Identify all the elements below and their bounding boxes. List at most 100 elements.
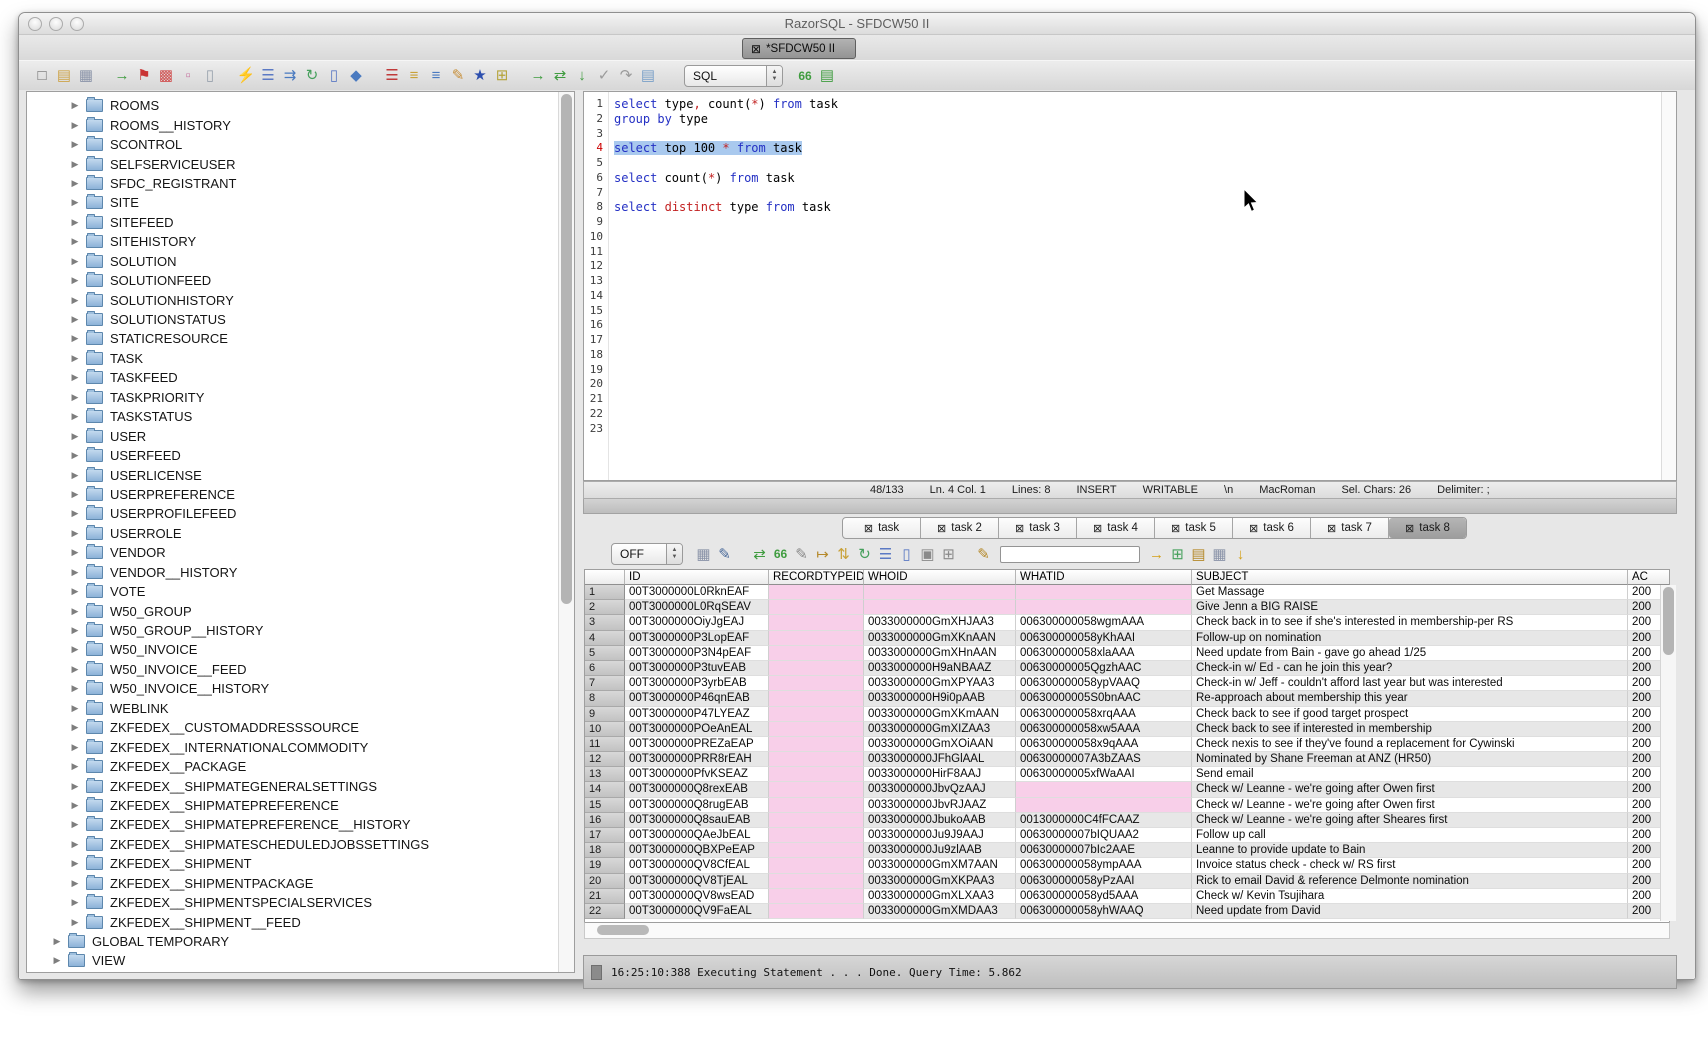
cell-id[interactable]: 00T3000000P46qnEAB: [625, 691, 769, 706]
results-tab-task-7[interactable]: ⊠task 7: [1311, 518, 1389, 538]
cell-whatid[interactable]: 006300000058wgmAAA: [1016, 615, 1192, 630]
cell-subject[interactable]: Need update from David: [1192, 904, 1628, 919]
cell-recordtypeid[interactable]: [769, 813, 864, 828]
cell-whatid[interactable]: 006300000058xw5AAA: [1016, 722, 1192, 737]
cell-whatid[interactable]: 006300000058x9qAAA: [1016, 737, 1192, 752]
close-tab-icon[interactable]: ⊠: [751, 43, 761, 55]
cell-whoid[interactable]: 0033000000H9i0pAAB: [864, 691, 1016, 706]
table-row[interactable]: 2000T3000000QV8TjEAL0033000000GmXKPAA300…: [585, 874, 1669, 889]
tree-item-solutionstatus[interactable]: ▶SOLUTIONSTATUS: [27, 310, 558, 329]
row-number-cell[interactable]: 9: [585, 707, 625, 722]
disclosure-triangle-icon[interactable]: ▶: [70, 606, 80, 617]
row-number-cell[interactable]: 22: [585, 904, 625, 919]
disclosure-triangle-icon[interactable]: ▶: [70, 392, 80, 403]
column-header-subject[interactable]: SUBJECT: [1192, 570, 1628, 585]
code-line[interactable]: [614, 363, 1660, 378]
cell-whoid[interactable]: 0033000000JbvRJAAZ: [864, 798, 1016, 813]
cell-id[interactable]: 00T3000000Q8rugEAB: [625, 798, 769, 813]
tree-item-zkfedex-shipmentspecialservices[interactable]: ▶ZKFEDEX__SHIPMENTSPECIALSERVICES: [27, 893, 558, 912]
copy-table-icon[interactable]: ⊞: [938, 544, 959, 564]
tree-item-zkfedex-shipmentpackage[interactable]: ▶ZKFEDEX__SHIPMENTPACKAGE: [27, 874, 558, 893]
cell-subject[interactable]: Leanne to provide update to Bain: [1192, 843, 1628, 858]
table-row[interactable]: 1900T3000000QV8CfEAL0033000000GmXM7AAN00…: [585, 858, 1669, 873]
cell-whoid[interactable]: 0033000000GmXIZAA3: [864, 722, 1016, 737]
disclosure-triangle-icon[interactable]: ▶: [70, 839, 80, 850]
commit-check-icon[interactable]: ✓: [593, 66, 615, 86]
tree-item-staticresource[interactable]: ▶STATICRESOURCE: [27, 329, 558, 348]
code-line[interactable]: [614, 333, 1660, 348]
cell-whoid[interactable]: 0033000000GmXHnAAN: [864, 646, 1016, 661]
cell-whoid[interactable]: [864, 600, 1016, 615]
cell-whoid[interactable]: 0033000000GmXOiAAN: [864, 737, 1016, 752]
row-number-cell[interactable]: 18: [585, 843, 625, 858]
cell-recordtypeid[interactable]: [769, 843, 864, 858]
cell-id[interactable]: 00T3000000QV8wsEAD: [625, 889, 769, 904]
cell-subject[interactable]: Give Jenn a BIG RAISE: [1192, 600, 1628, 615]
sql-editor[interactable]: 1234567891011121314151617181920212223 se…: [583, 91, 1677, 481]
disclosure-triangle-icon[interactable]: ▶: [70, 120, 80, 131]
disclosure-triangle-icon[interactable]: ▶: [70, 644, 80, 655]
cell-whatid[interactable]: 00630000007A3bZAAS: [1016, 752, 1192, 767]
edit-cell-icon[interactable]: ✎: [791, 544, 812, 564]
tree-item-zkfedex-customaddresssource[interactable]: ▶ZKFEDEX__CUSTOMADDRESSSOURCE: [27, 718, 558, 737]
cell-whoid[interactable]: 0033000000JbukoAAB: [864, 813, 1016, 828]
disclosure-triangle-icon[interactable]: ▶: [70, 275, 80, 286]
editor-text[interactable]: select type, count(*) from taskgroup by …: [614, 97, 1660, 436]
close-tab-icon[interactable]: ⊠: [1171, 522, 1180, 535]
editor-scrollbar[interactable]: [1661, 92, 1676, 480]
row-number-cell[interactable]: 2: [585, 600, 625, 615]
disclosure-triangle-icon[interactable]: ▶: [70, 217, 80, 228]
align-lines-icon[interactable]: ≡: [425, 66, 447, 86]
preview-66-icon[interactable]: 66: [794, 66, 816, 86]
cell-id[interactable]: 00T3000000PRR8rEAH: [625, 752, 769, 767]
tree-item-zkfedex-shipmategeneralsettings[interactable]: ▶ZKFEDEX__SHIPMATEGENERALSETTINGS: [27, 776, 558, 795]
tree-item-zkfedex-shipmatescheduledjobssettings[interactable]: ▶ZKFEDEX__SHIPMATESCHEDULEDJOBSSETTINGS: [27, 835, 558, 854]
new-note-icon[interactable]: ▤: [1188, 544, 1209, 564]
cell-whatid[interactable]: 006300000058yKhAAI: [1016, 631, 1192, 646]
export-grid-icon[interactable]: ⊞: [1167, 544, 1188, 564]
cell-id[interactable]: 00T3000000QV9FaEAL: [625, 904, 769, 919]
code-line[interactable]: select count(*) from task: [614, 171, 1660, 186]
cell-whoid[interactable]: 0033000000GmXM7AAN: [864, 858, 1016, 873]
title-bar[interactable]: RazorSQL - SFDCW50 II: [19, 13, 1695, 35]
table-row[interactable]: 1300T3000000PfvKSEAZ0033000000HirF8AAJ00…: [585, 767, 1669, 782]
new-file-icon[interactable]: □: [31, 66, 53, 86]
disclosure-triangle-icon[interactable]: ▶: [70, 256, 80, 267]
code-line[interactable]: [614, 348, 1660, 363]
results-tab-task-6[interactable]: ⊠task 6: [1233, 518, 1311, 538]
tree-item-global temporary[interactable]: ▶GLOBAL TEMPORARY: [27, 932, 558, 951]
cell-whoid[interactable]: 0033000000Ju9J9AAJ: [864, 828, 1016, 843]
cell-whoid[interactable]: 0033000000GmXLXAA3: [864, 889, 1016, 904]
table-row[interactable]: 900T3000000P47LYEAZ0033000000GmXKmAAN006…: [585, 707, 1669, 722]
disclosure-triangle-icon[interactable]: ▶: [70, 547, 80, 558]
row-number-cell[interactable]: 20: [585, 874, 625, 889]
results-tab-task-4[interactable]: ⊠task 4: [1077, 518, 1155, 538]
code-line[interactable]: [614, 377, 1660, 392]
row-number-cell[interactable]: 1: [585, 585, 625, 600]
tree-item-userpreference[interactable]: ▶USERPREFERENCE: [27, 485, 558, 504]
save-results-icon[interactable]: ▦: [693, 544, 714, 564]
disconnect-flag-icon[interactable]: ⚑: [133, 66, 155, 86]
table-row[interactable]: 100T3000000L0RknEAFGet Massage200: [585, 585, 1669, 600]
disclosure-triangle-icon[interactable]: ▶: [70, 586, 80, 597]
execute-forward-icon[interactable]: →: [527, 66, 549, 86]
results-tab-task-2[interactable]: ⊠task 2: [921, 518, 999, 538]
cell-id[interactable]: 00T3000000QV8TjEAL: [625, 874, 769, 889]
row-number-cell[interactable]: 4: [585, 631, 625, 646]
disclosure-triangle-icon[interactable]: ▶: [70, 761, 80, 772]
code-line[interactable]: [614, 127, 1660, 142]
row-number-cell[interactable]: 8: [585, 691, 625, 706]
code-line[interactable]: select top 100 * from task: [614, 141, 1660, 156]
row-number-cell[interactable]: 21: [585, 889, 625, 904]
code-line[interactable]: [614, 274, 1660, 289]
code-line[interactable]: [614, 392, 1660, 407]
cell-subject[interactable]: Re-approach about membership this year: [1192, 691, 1628, 706]
row-number-cell[interactable]: 14: [585, 782, 625, 797]
cell-whoid[interactable]: 0033000000Ju9zlAAB: [864, 843, 1016, 858]
row-number-cell[interactable]: 6: [585, 661, 625, 676]
code-line[interactable]: [614, 259, 1660, 274]
code-line[interactable]: [614, 318, 1660, 333]
cell-id[interactable]: 00T3000000L0RknEAF: [625, 585, 769, 600]
cell-subject[interactable]: Get Massage: [1192, 585, 1628, 600]
download-icon[interactable]: ↓: [1230, 544, 1251, 564]
